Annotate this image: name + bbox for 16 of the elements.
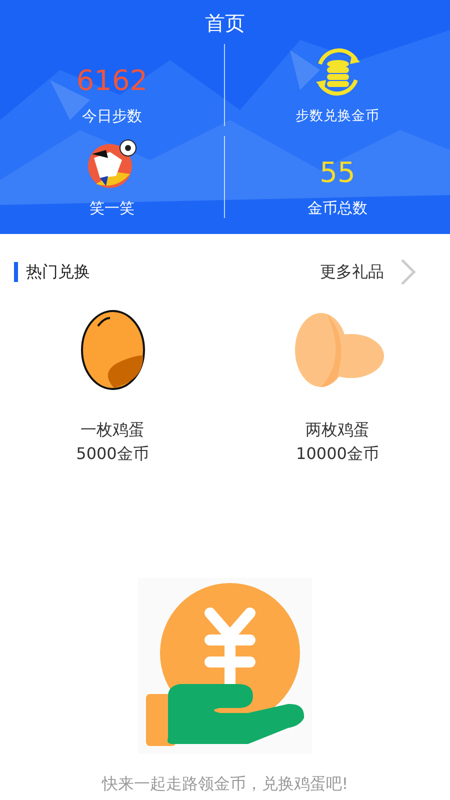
stat-label: 今日步数 xyxy=(82,106,142,126)
chevron-right-icon xyxy=(400,258,416,286)
section-title: 热门兑换 xyxy=(26,262,91,282)
more-gifts-link[interactable]: 更多礼品 xyxy=(320,258,416,286)
gift-price: 10000金币 xyxy=(296,443,379,465)
step-count: 6162 xyxy=(76,64,148,98)
caption-text: 快来一起走路领金币，兑换鸡蛋吧! xyxy=(100,774,350,795)
stat-label: 金币总数 xyxy=(308,198,368,218)
page-title: 首页 xyxy=(205,10,245,36)
stat-label: 笑一笑 xyxy=(90,198,134,218)
gift-name: 一枚鸡蛋 xyxy=(80,419,144,441)
gift-name: 两枚鸡蛋 xyxy=(306,419,370,441)
coin-total: 55 xyxy=(320,156,356,190)
gift-price: 5000金币 xyxy=(76,443,149,465)
mascot-icon[interactable] xyxy=(86,138,138,190)
stat-label: 步数兑换金币 xyxy=(296,107,380,126)
